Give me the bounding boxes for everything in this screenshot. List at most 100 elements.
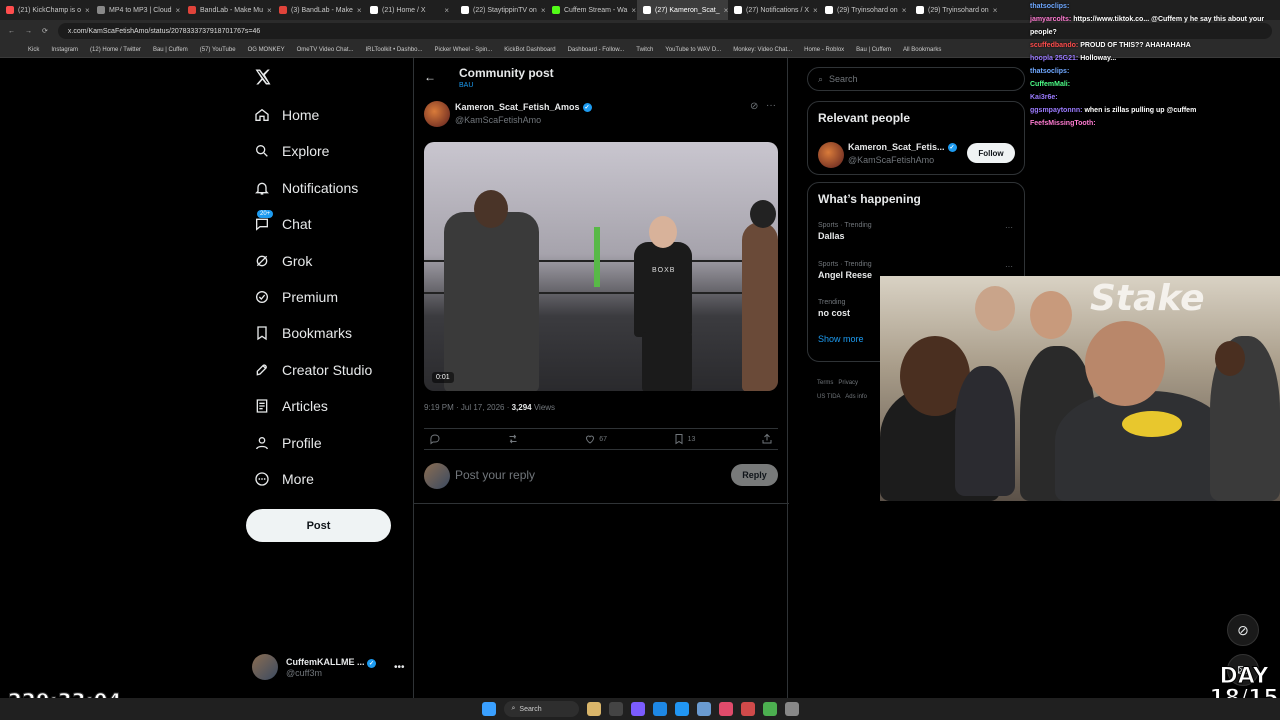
browser-tab[interactable]: (29) Tryinsohard on × — [910, 0, 1001, 20]
nav-item-home[interactable]: Home — [254, 101, 319, 129]
browser-tab[interactable]: (21) KickChamp is o × — [0, 0, 91, 20]
terms-link[interactable]: Terms — [817, 380, 833, 386]
author-handle[interactable]: @KamScaFetishAmo — [455, 115, 541, 125]
avatar[interactable] — [818, 142, 844, 168]
bookmark-item[interactable]: Dashboard - Follow... — [568, 47, 625, 53]
bookmark-item[interactable]: IRLToolkit • Dashbo... — [366, 47, 423, 53]
share-action[interactable] — [761, 433, 773, 445]
relevant-person-handle[interactable]: @KamScaFetishAmo — [848, 155, 934, 165]
bookmark-item[interactable]: Kick — [28, 47, 39, 53]
trend-item[interactable]: Sports · Trending Dallas — [818, 222, 872, 241]
browser-tab[interactable]: (29) Tryinsohard on × — [819, 0, 910, 20]
close-icon[interactable]: × — [357, 6, 362, 15]
repost-action[interactable] — [507, 433, 519, 445]
more-dots-icon[interactable]: ··· — [766, 100, 776, 111]
grok-icon[interactable]: ⊘ — [750, 101, 758, 112]
forward-arrow-icon[interactable]: → — [25, 28, 32, 35]
browser-tab[interactable]: MP4 to MP3 | Cloud × — [91, 0, 182, 20]
nav-item-premium[interactable]: Premium — [254, 283, 338, 311]
app-icon[interactable] — [740, 702, 755, 716]
bookmark-action[interactable]: 13 — [673, 433, 695, 445]
search-input[interactable]: ⌕ Search — [807, 67, 1025, 91]
bookmark-item[interactable]: OmeTV Video Chat... — [297, 47, 354, 53]
ads-info-link[interactable]: Ads info — [845, 394, 867, 400]
nav-item-bookmarks[interactable]: Bookmarks — [254, 319, 352, 347]
author-avatar[interactable] — [424, 101, 450, 127]
privacy-link[interactable]: Privacy — [838, 380, 858, 386]
bookmark-item[interactable]: (57) YouTube — [200, 47, 236, 53]
browser-tab[interactable]: BandLab - Make Mu × — [182, 0, 273, 20]
reply-input[interactable]: Post your reply — [455, 468, 535, 482]
bookmark-item[interactable]: Home - Roblox — [804, 47, 844, 53]
app-icon[interactable] — [630, 702, 645, 716]
nav-item-chat[interactable]: 20+ Chat — [254, 210, 312, 238]
close-icon[interactable]: × — [176, 6, 181, 15]
reply-action[interactable] — [429, 433, 441, 445]
more-dots-icon[interactable]: ··· — [1005, 262, 1013, 271]
close-icon[interactable]: × — [85, 6, 90, 15]
browser-tab[interactable]: (3) BandLab - Make × — [273, 0, 364, 20]
app-icon[interactable] — [696, 702, 711, 716]
reply-button[interactable]: Reply — [731, 464, 778, 486]
chrome-icon[interactable] — [762, 702, 777, 716]
close-icon[interactable]: × — [631, 6, 636, 15]
account-switcher[interactable]: CuffemKALLME ... ✓ @cuff3m ••• — [252, 654, 405, 680]
app-icon[interactable] — [674, 702, 689, 716]
community-link[interactable]: BAU — [459, 82, 473, 89]
settings-icon[interactable] — [784, 702, 799, 716]
close-icon[interactable]: × — [444, 6, 449, 15]
back-arrow-icon[interactable]: ← — [424, 70, 436, 84]
x-logo-icon[interactable] — [254, 68, 272, 86]
author-name[interactable]: Kameron_Scat_Fetish_Amos ✓ — [455, 102, 592, 112]
bookmark-item[interactable]: OG MONKEY — [248, 47, 285, 53]
nav-item-explore[interactable]: Explore — [254, 137, 329, 165]
app-icon[interactable] — [718, 702, 733, 716]
close-icon[interactable]: × — [902, 6, 907, 15]
follow-button[interactable]: Follow — [967, 143, 1015, 163]
more-dots-icon[interactable]: ··· — [1005, 223, 1013, 232]
relevant-person-name[interactable]: Kameron_Scat_Fetis... ✓ — [848, 142, 957, 152]
nav-item-profile[interactable]: Profile — [254, 429, 322, 457]
browser-tab[interactable]: (27) Notifications / X × — [728, 0, 819, 20]
back-arrow-icon[interactable]: ← — [8, 28, 15, 35]
browser-tab[interactable]: Cuffem Stream - Wa × — [546, 0, 637, 20]
start-icon[interactable] — [481, 702, 496, 716]
file-explorer-icon[interactable] — [608, 702, 623, 716]
show-more-link[interactable]: Show more — [818, 334, 864, 344]
close-icon[interactable]: × — [813, 6, 818, 15]
browser-tab[interactable]: (21) Home / X × — [364, 0, 455, 20]
like-action[interactable]: 67 — [584, 433, 607, 445]
trend-item[interactable]: Sports · Trending Angel Reese — [818, 261, 872, 280]
tida-link[interactable]: US TIDA — [817, 394, 841, 400]
grok-icon[interactable]: ⊘ — [1227, 614, 1259, 646]
bookmark-item[interactable]: Twitch — [636, 47, 653, 53]
bookmark-item[interactable]: All Bookmarks — [903, 47, 941, 53]
bookmark-item[interactable]: Instagram — [51, 47, 78, 53]
nav-item-creator-studio[interactable]: Creator Studio — [254, 356, 372, 384]
close-icon[interactable]: × — [267, 6, 272, 15]
bookmark-item[interactable]: KickBot Dashboard — [504, 47, 555, 53]
bookmark-item[interactable]: YouTube to WAV D... — [665, 47, 721, 53]
close-icon[interactable]: × — [993, 6, 998, 15]
video-player[interactable]: BOXB 0:01 — [424, 142, 778, 391]
task-view-icon[interactable] — [586, 702, 601, 716]
close-icon[interactable]: × — [541, 6, 546, 15]
tab-label: Cuffem Stream - Wa — [564, 6, 628, 14]
taskbar-search[interactable]: ⌕ Search — [503, 701, 579, 717]
trend-item[interactable]: Trending no cost — [818, 299, 850, 318]
nav-item-grok[interactable]: Grok — [254, 247, 312, 275]
post-button[interactable]: Post — [246, 509, 391, 542]
browser-tab[interactable]: (27) Kameron_Scat_ × — [637, 0, 728, 20]
bookmark-item[interactable]: Bau | Cuffem — [856, 47, 891, 53]
nav-item-notifications[interactable]: Notifications — [254, 174, 358, 202]
reload-icon[interactable]: ⟳ — [42, 27, 48, 35]
browser-tab[interactable]: (22) StaytippinTV on × — [455, 0, 546, 20]
bookmark-item[interactable]: Picker Wheel - Spin... — [435, 47, 493, 53]
nav-item-more[interactable]: More — [254, 465, 314, 493]
nav-item-articles[interactable]: Articles — [254, 392, 328, 420]
edge-icon[interactable] — [652, 702, 667, 716]
bookmark-item[interactable]: Monkey: Video Chat... — [733, 47, 792, 53]
more-dots-icon[interactable]: ••• — [394, 662, 405, 673]
bookmark-item[interactable]: (12) Home / Twitter — [90, 47, 141, 53]
bookmark-item[interactable]: Bau | Cuffem — [153, 47, 188, 53]
